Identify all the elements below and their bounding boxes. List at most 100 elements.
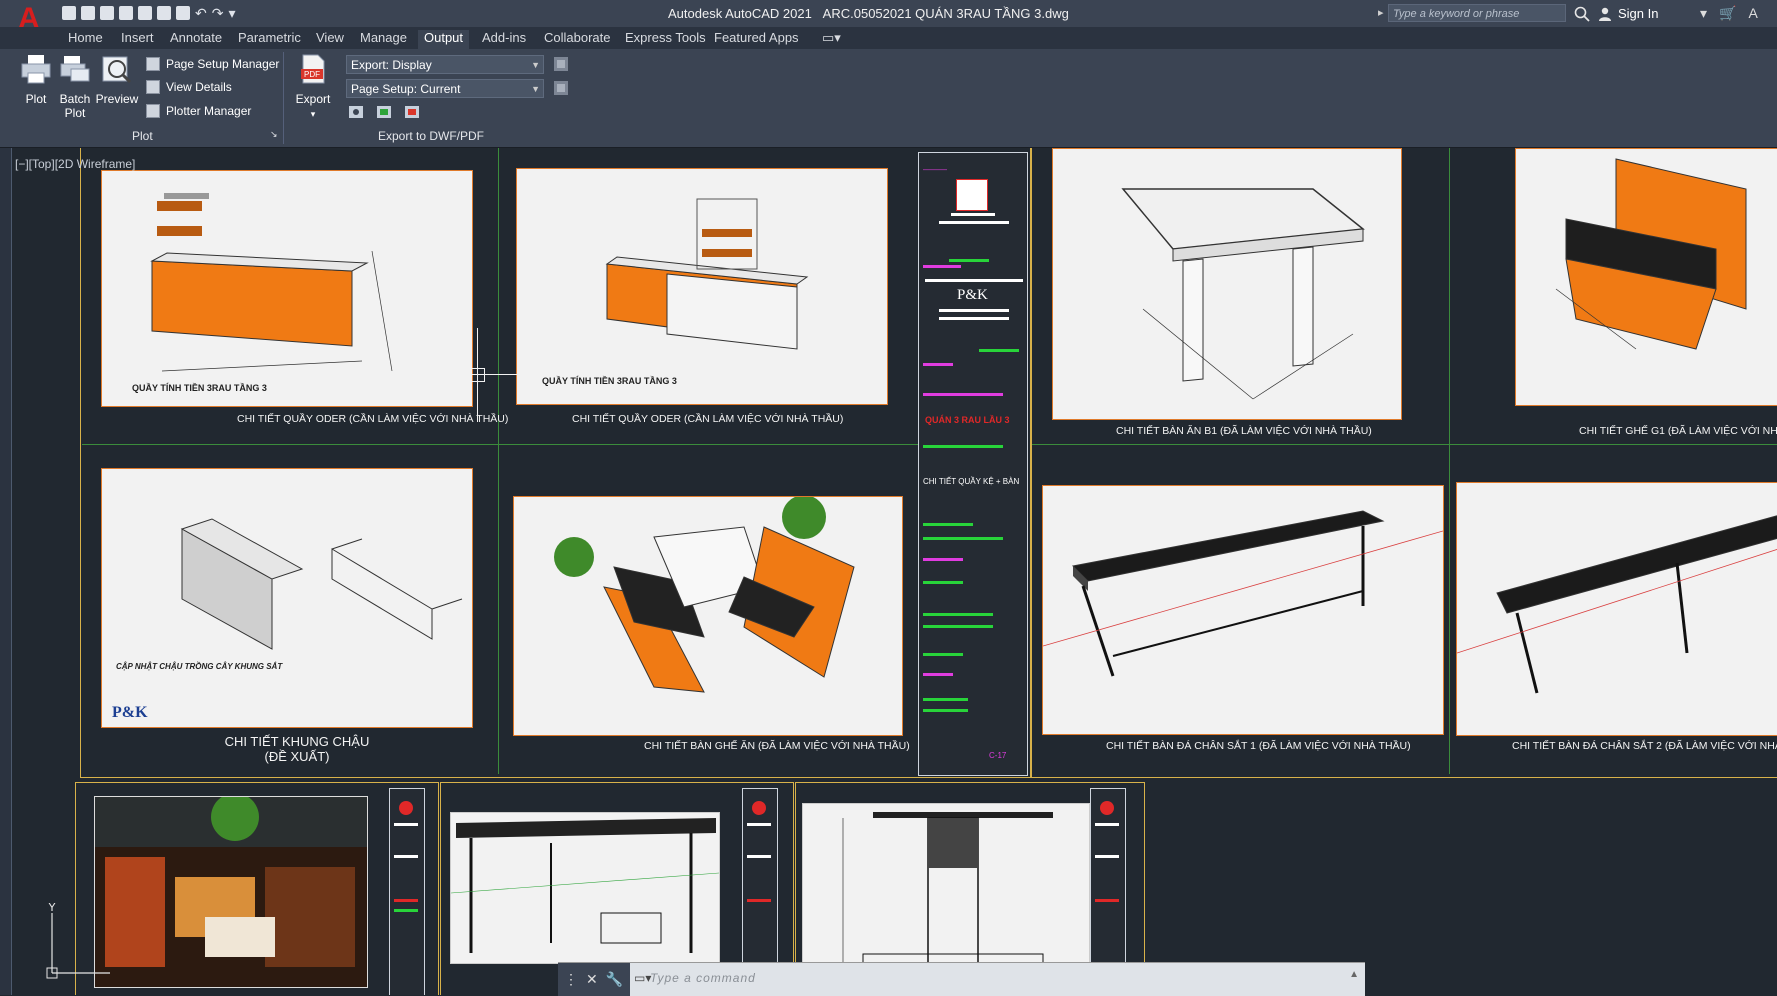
plot-panel-launcher-icon[interactable]: ↘ — [270, 129, 278, 140]
undo-icon[interactable]: ↶ — [195, 6, 207, 20]
grid-line — [498, 148, 499, 774]
drawing-khung-chau[interactable]: CẬP NHẬT CHẬU TRỒNG CÂY KHUNG SẮT P&K — [101, 468, 473, 728]
tab-collaborate[interactable]: Collaborate — [544, 30, 611, 45]
table-render — [1121, 188, 1365, 400]
page-setup-options-icon[interactable] — [553, 80, 569, 96]
sign-in-label: Sign In — [1618, 6, 1659, 21]
batch-plot-button[interactable]: Batch Plot — [57, 53, 93, 120]
preview-icon[interactable] — [348, 104, 364, 120]
tab-home[interactable]: Home — [68, 30, 103, 45]
command-line-controls: ⋮ ✕ 🔧 — [558, 963, 630, 996]
pdf-icon: PDF — [301, 54, 325, 84]
search-icon[interactable] — [1574, 6, 1590, 22]
view-details-icon — [146, 80, 160, 94]
tab-annotate[interactable]: Annotate — [170, 30, 222, 45]
tab-add-ins[interactable]: Add-ins — [482, 30, 526, 45]
caption-quay-oder-2: CHI TIẾT QUẦY ODER (CẦN LÀM VIỆC VỚI NHÀ… — [572, 413, 844, 425]
open-icon[interactable] — [81, 6, 95, 20]
plot-panel-label: Plot — [132, 129, 153, 143]
tab-manage[interactable]: Manage — [360, 30, 407, 45]
save-as-icon[interactable] — [119, 6, 133, 20]
export-button[interactable]: PDF Export ▾ — [293, 53, 333, 121]
drawing-ban-da-chan-sat-2[interactable] — [1456, 482, 1777, 736]
close-icon[interactable]: ✕ — [586, 971, 598, 988]
tab-view[interactable]: View — [316, 30, 344, 45]
window-title: Autodesk AutoCAD 2021 ARC.05052021 QUÁN … — [668, 6, 1069, 21]
autodesk-a360-icon[interactable]: A — [1748, 5, 1757, 22]
left-palette-strip — [0, 148, 12, 995]
drawing-ban-an-b1[interactable] — [1052, 148, 1402, 420]
tab-parametric[interactable]: Parametric — [238, 30, 301, 45]
grid-line — [82, 444, 930, 445]
caption-ban-an-b1: CHI TIẾT BÀN ĂN B1 (ĐÃ LÀM VIỆC VỚI NHÀ … — [1116, 425, 1372, 437]
save-to-web-icon[interactable] — [157, 6, 171, 20]
preview-export-icon[interactable] — [553, 56, 569, 72]
save-icon[interactable] — [100, 6, 114, 20]
counter-render-2: QUẦY TÍNH TIỀN 3RAU TẦNG 3 — [542, 198, 809, 386]
command-line[interactable]: ⋮ ✕ 🔧 ▭▾ Type a command ▲ — [558, 962, 1365, 996]
caption-ban-da-chan-sat-2: CHI TIẾT BÀN ĐÁ CHÂN SẮT 2 (ĐÃ LÀM VIỆC … — [1512, 740, 1777, 752]
export-display-dropdown[interactable]: Export: Display ▼ — [346, 55, 544, 74]
preview-button[interactable]: Preview — [95, 53, 139, 106]
cursor-crosshair — [432, 374, 552, 375]
panel-separator — [283, 52, 284, 144]
svg-text:CẬP NHẬT CHẬU TRỒNG CÂY KHUNG: CẬP NHẬT CHẬU TRỒNG CÂY KHUNG SẮT — [116, 661, 283, 671]
sign-in-button[interactable]: Sign In — [1598, 6, 1658, 21]
plotter-manager-icon — [146, 104, 160, 118]
page-setup-manager-button[interactable]: Page Setup Manager — [146, 57, 279, 71]
sheet-title: CHI TIẾT QUẦY KỆ + BÀN — [923, 477, 1020, 486]
open-from-web-icon[interactable] — [138, 6, 152, 20]
grip-icon[interactable]: ⋮ — [564, 971, 578, 988]
caption-ghe-g1: CHI TIẾT GHẾ G1 (ĐÃ LÀM VIỆC VỚI NHÀ THẦ… — [1579, 425, 1777, 437]
export-panel-label: Export to DWF/PDF — [378, 129, 485, 143]
render-photo[interactable] — [94, 796, 368, 988]
logo-badge-icon — [956, 179, 988, 211]
tab-express-tools[interactable]: Express Tools — [625, 30, 706, 45]
ucs-icon: Y — [46, 903, 110, 979]
page-setup-dropdown[interactable]: Page Setup: Current ▼ — [346, 79, 544, 98]
drawing-ban-da-chan-sat-1[interactable] — [1042, 485, 1444, 735]
command-prompt-icon[interactable]: ▭▾ — [634, 971, 651, 985]
sign-in-dropdown-icon[interactable]: ▾ — [1700, 5, 1707, 22]
drawing-ghe-g1[interactable] — [1515, 148, 1777, 406]
ribbon-options-icon[interactable]: ▭▾ — [822, 30, 841, 46]
viewport-controls[interactable]: [−][Top][2D Wireframe] — [15, 157, 135, 171]
plot-icon[interactable] — [176, 6, 190, 20]
customize-qat-icon[interactable]: ▾ — [228, 6, 235, 20]
command-history-icon[interactable]: ▲ — [1349, 969, 1359, 980]
tab-output[interactable]: Output — [418, 30, 470, 49]
cart-icon[interactable]: 🛒 — [1719, 5, 1736, 22]
new-icon[interactable] — [62, 6, 76, 20]
view-details-button[interactable]: View Details — [146, 80, 232, 94]
caption-ban-ghe-an: CHI TIẾT BÀN GHẾ ĂN (ĐÃ LÀM VIỆC VỚI NHÀ… — [644, 740, 910, 752]
command-input[interactable]: Type a command — [650, 971, 756, 985]
drawing-quay-oder-1[interactable]: QUẦY TÍNH TIỀN 3RAU TẦNG 3 — [101, 170, 473, 407]
tab-insert[interactable]: Insert — [121, 30, 154, 45]
plotter-manager-button[interactable]: Plotter Manager — [146, 104, 251, 118]
svg-text:Y: Y — [48, 903, 56, 914]
caption-khung-chau: CHI TIẾT KHUNG CHẬU (ĐỀ XUẤT) — [224, 734, 370, 764]
caption-quay-oder-1: CHI TIẾT QUẦY ODER (CẦN LÀM VIỆC VỚI NHÀ… — [237, 413, 509, 425]
chair-render — [1555, 158, 1747, 350]
drawing-quay-oder-2[interactable]: QUẦY TÍNH TIỀN 3RAU TẦNG 3 — [516, 168, 888, 405]
ribbon-tabs: Home Insert Annotate Parametric View Man… — [0, 27, 1777, 49]
caption-ban-da-chan-sat-1: CHI TIẾT BÀN ĐÁ CHÂN SẮT 1 (ĐÃ LÀM VIỆC … — [1106, 740, 1411, 752]
search-expand-icon[interactable]: ▸ — [1378, 6, 1384, 19]
plot-button[interactable]: Plot — [18, 53, 54, 106]
search-input[interactable]: Type a keyword or phrase — [1388, 4, 1566, 22]
drawing-canvas[interactable]: [−][Top][2D Wireframe] QUẦY TÍNH TIỀN 3R… — [12, 148, 1777, 995]
customize-icon[interactable]: 🔧 — [606, 971, 623, 988]
export-options-icon[interactable] — [376, 104, 392, 120]
redo-icon[interactable]: ↷ — [212, 6, 224, 20]
drawing-pergola-3d[interactable] — [450, 812, 720, 964]
export-settings-icon[interactable] — [404, 104, 420, 120]
dining-set-render — [554, 497, 855, 693]
quick-access-toolbar: ↶ ↷ ▾ — [62, 6, 236, 20]
magnifier-icon — [102, 56, 132, 84]
tab-featured-apps[interactable]: Featured Apps — [714, 30, 799, 45]
svg-text:QUẦY TÍNH TIỀN 3RAU TẦNG 3: QUẦY TÍNH TIỀN 3RAU TẦNG 3 — [132, 383, 267, 393]
sheet-number: C-17 — [989, 751, 1007, 760]
drawing-ban-ghe-an[interactable] — [513, 496, 903, 736]
ribbon-panel: Plot Batch Plot Preview Page Setup Manage… — [0, 49, 1777, 148]
user-icon — [1599, 7, 1611, 21]
